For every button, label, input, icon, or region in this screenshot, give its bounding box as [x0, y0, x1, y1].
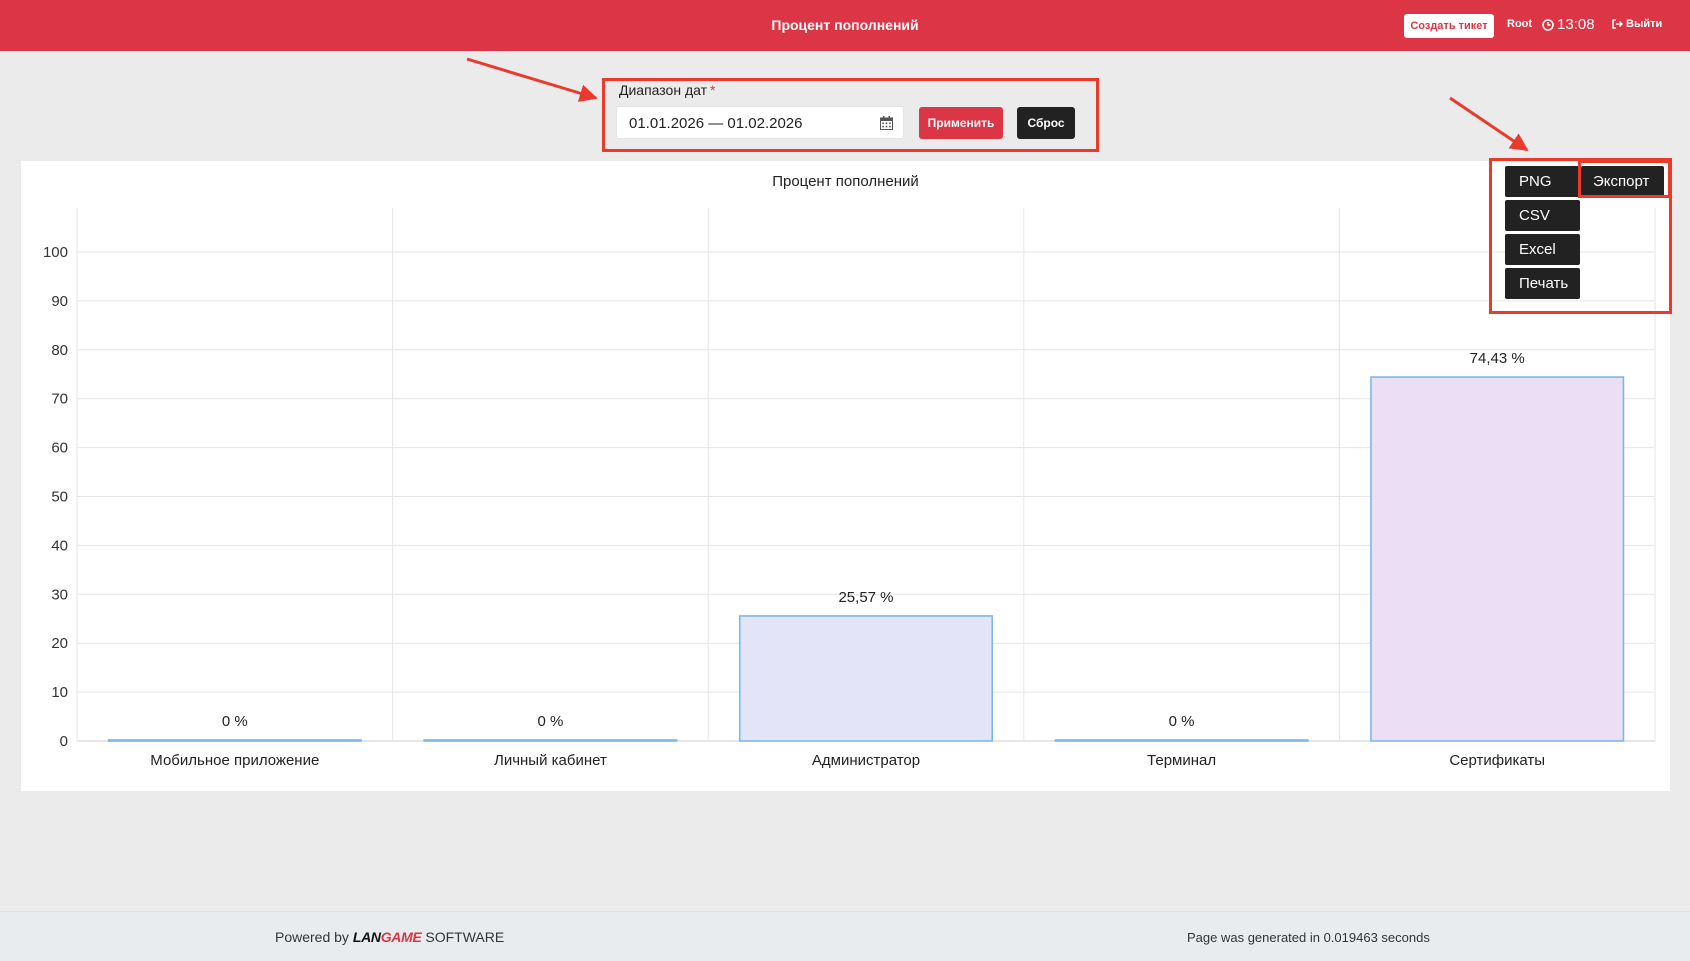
langame-logo[interactable]: LANGAME [353, 929, 422, 945]
logo-game: GAME [380, 929, 422, 945]
annotation-arrows [466, 57, 1529, 152]
footer: Powered by LANGAME SOFTWARE Page was gen… [0, 911, 1690, 961]
logo-lan: LAN [352, 929, 381, 945]
annotation-arrow-export [1449, 96, 1529, 152]
powered-by-text: Powered by [275, 929, 349, 945]
generation-time: Page was generated in 0.019463 seconds [1187, 930, 1430, 945]
annotation-arrow-date-filter [466, 57, 598, 102]
powered-by: Powered by LANGAME SOFTWARE [275, 929, 504, 945]
software-text: SOFTWARE [425, 929, 505, 945]
